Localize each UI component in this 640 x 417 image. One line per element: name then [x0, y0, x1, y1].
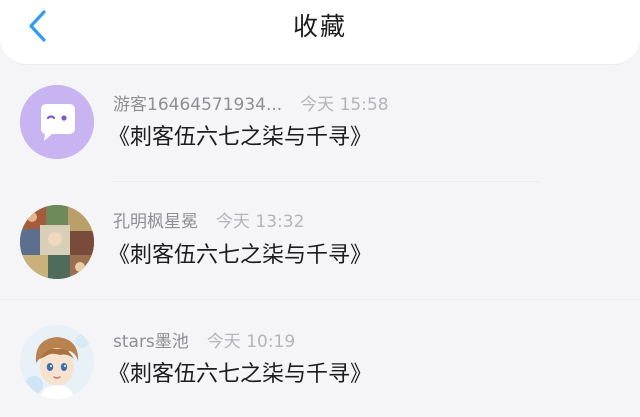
avatar [20, 205, 94, 279]
username[interactable]: 游客16464571934... [113, 95, 282, 115]
favorites-page: 收藏 游客16464571934... 今天 15:58 《刺客伍六七之柒与千寻》 [0, 0, 640, 417]
book-title[interactable]: 《刺客伍六七之柒与千寻》 [108, 241, 372, 271]
page-title: 收藏 [292, 12, 347, 41]
list-item[interactable]: 游客16464571934... 今天 15:58 《刺客伍六七之柒与千寻》 [0, 64, 640, 182]
item-meta: 孔明枫星冕 今天 13:32 [113, 211, 304, 233]
username[interactable]: stars墨池 [113, 332, 189, 352]
top-bar: 收藏 [0, 0, 640, 64]
timestamp: 今天 15:58 [300, 95, 389, 115]
list-item[interactable]: 孔明枫星冕 今天 13:32 《刺客伍六七之柒与千寻》 [0, 182, 640, 300]
anime-collage-avatar [20, 205, 94, 279]
avatar [20, 325, 94, 399]
item-meta: 游客16464571934... 今天 15:58 [113, 94, 389, 116]
item-meta: stars墨池 今天 10:19 [113, 331, 295, 353]
book-title[interactable]: 《刺客伍六七之柒与千寻》 [108, 360, 372, 390]
timestamp: 今天 13:32 [216, 212, 305, 232]
username[interactable]: 孔明枫星冕 [113, 212, 198, 232]
timestamp: 今天 10:19 [206, 332, 296, 352]
chat-bubble-face-icon [20, 85, 94, 159]
list-item[interactable]: stars墨池 今天 10:19 《刺客伍六七之柒与千寻》 [0, 300, 640, 417]
book-title[interactable]: 《刺客伍六七之柒与千寻》 [108, 123, 372, 153]
anime-boy-avatar [20, 325, 94, 399]
avatar [20, 85, 94, 159]
